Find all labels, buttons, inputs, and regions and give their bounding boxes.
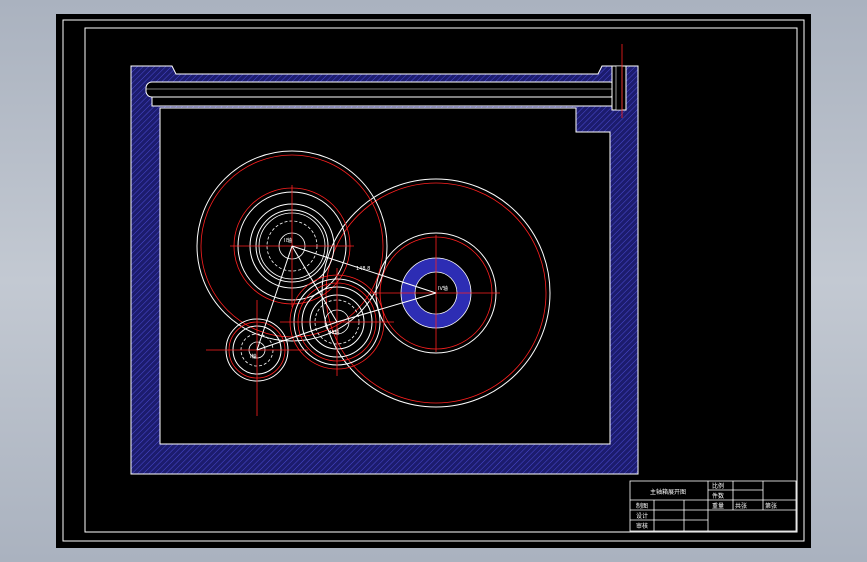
gear-label-small: I轴	[250, 353, 256, 360]
title-block-right-1: 比例	[712, 482, 724, 490]
title-block-title: 主轴箱展开图	[650, 488, 686, 496]
title-block-right-2: 件数	[712, 492, 724, 500]
title-block-right-3: 重量	[712, 502, 724, 510]
title-block-right-5: 第张	[765, 502, 777, 510]
gearbox-housing	[130, 44, 639, 475]
gear-label-top-left: II轴	[284, 237, 292, 244]
title-block-row-1: 制图	[636, 502, 648, 510]
gear-label-middle: III轴	[330, 329, 339, 336]
center-distance-label: 148.8	[356, 266, 370, 272]
title-block-row-2: 设计	[636, 512, 648, 520]
title-block-right-4: 共张	[735, 502, 747, 510]
gear-label-right: IV轴	[438, 285, 448, 292]
cad-drawing: 148.8 II轴 III轴 I轴 IV轴 主轴箱展开图 制图 设计 审核 比例…	[56, 14, 811, 548]
title-block-row-3: 审核	[636, 522, 648, 530]
